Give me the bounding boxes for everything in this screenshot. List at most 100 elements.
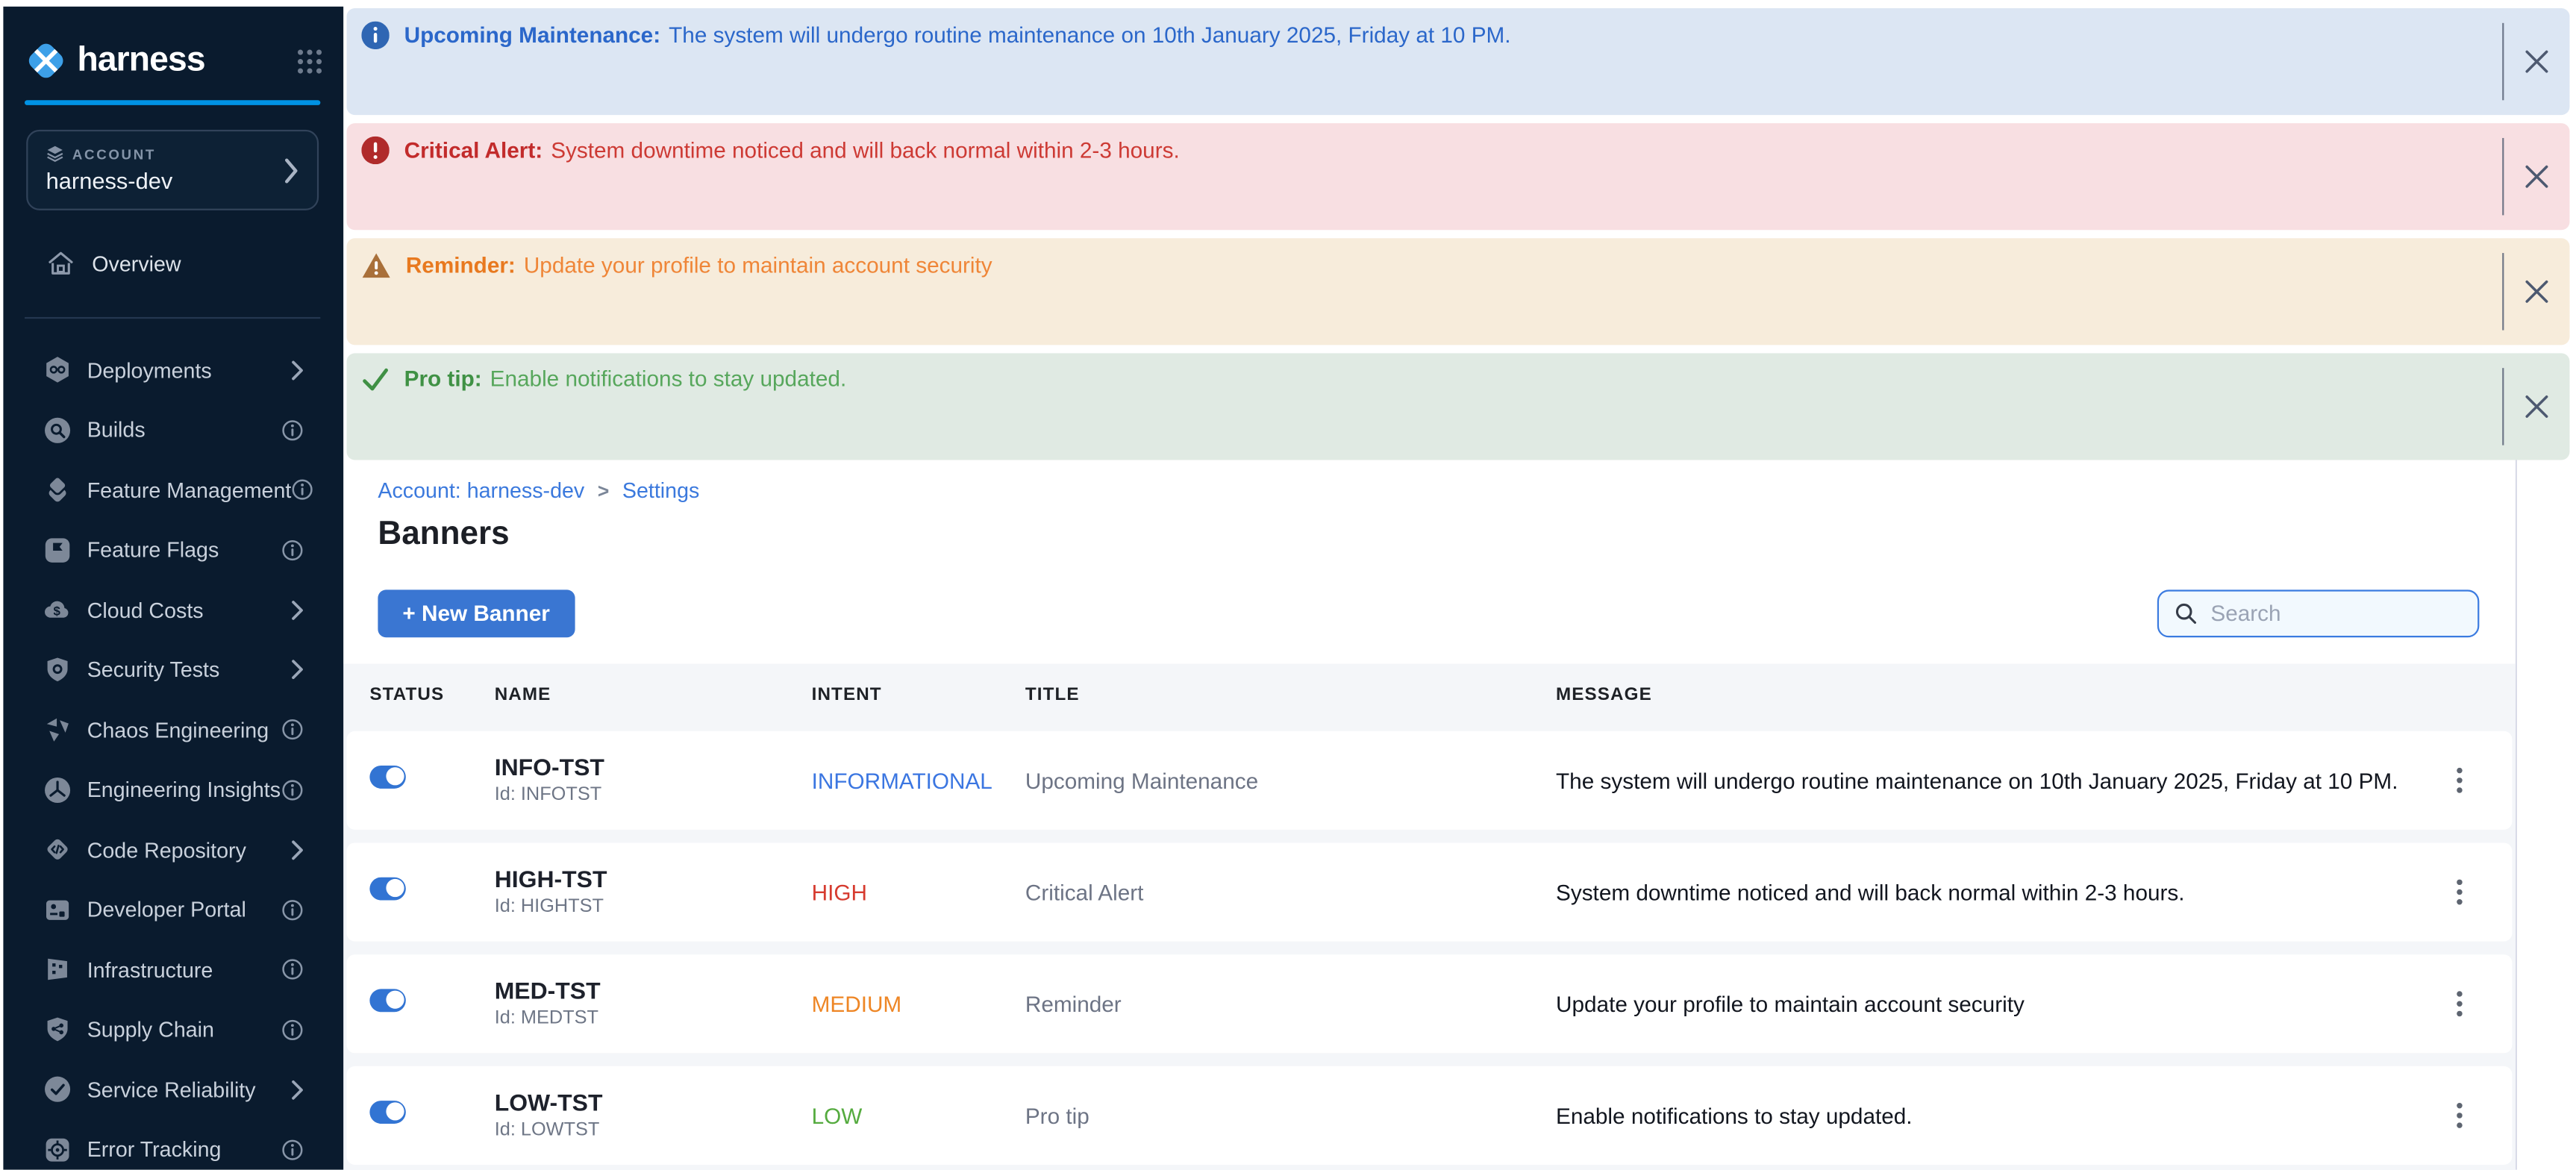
banner-close-divider <box>2502 23 2504 100</box>
close-icon[interactable] <box>2514 40 2558 84</box>
banner-name: HIGH-TST <box>495 867 812 893</box>
sidebar-item-overview[interactable]: Overview <box>3 238 343 287</box>
home-icon <box>46 249 76 277</box>
banner-text: Pro tip:Enable notifications to stay upd… <box>404 366 847 392</box>
banner-close-divider <box>2502 253 2504 330</box>
info-icon <box>281 1138 304 1161</box>
status-cell <box>369 1100 494 1131</box>
engineering-insights-icon <box>43 775 72 805</box>
sidebar-item-label: Chaos Engineering <box>87 718 269 742</box>
builds-icon <box>43 415 72 445</box>
breadcrumb-account-link[interactable]: Account: harness-dev <box>378 478 584 503</box>
banners-table: STATUS NAME INTENT TITLE MESSAGE INFO-TS… <box>343 663 2515 1170</box>
chaos-engineering-icon <box>43 715 72 745</box>
toolbar: + New Banner <box>378 589 2480 637</box>
sidebar-item-chaos-engineering[interactable]: Chaos Engineering <box>3 700 343 760</box>
banner-label: Reminder: <box>406 252 516 277</box>
sidebar-item-feature-management[interactable]: Feature Management <box>3 460 343 519</box>
info-icon <box>281 898 304 922</box>
account-selector[interactable]: ACCOUNT harness-dev <box>26 130 319 210</box>
actions-cell <box>2422 760 2495 800</box>
banner-message: Enable notifications to stay updated. <box>490 366 847 391</box>
status-toggle[interactable] <box>369 765 405 788</box>
sidebar-item-label: Feature Flags <box>87 538 219 563</box>
sidebar-item-supply-chain[interactable]: Supply Chain <box>3 1000 343 1060</box>
sidebar-item-deployments[interactable]: Deployments <box>3 340 343 400</box>
sidebar-item-label: Service Reliability <box>87 1077 256 1102</box>
sidebar-nav: Deployments Builds Feature Management Fe… <box>3 340 343 1170</box>
sidebar-item-label: Code Repository <box>87 837 246 862</box>
banner-label: Upcoming Maintenance: <box>404 22 660 47</box>
kebab-menu-icon[interactable] <box>2445 872 2472 912</box>
harness-logo-icon[interactable] <box>25 40 67 82</box>
close-icon[interactable] <box>2514 154 2558 198</box>
breadcrumb-separator-icon: > <box>598 479 609 502</box>
info-icon <box>281 778 304 801</box>
intent-badge: LOW <box>812 1103 1025 1127</box>
status-toggle[interactable] <box>369 877 405 900</box>
new-banner-button[interactable]: + New Banner <box>378 589 574 637</box>
banner-message: Update your profile to maintain account … <box>1556 992 2422 1016</box>
banner-text: Upcoming Maintenance:The system will und… <box>404 22 1511 49</box>
sidebar-item-code-repository[interactable]: Code Repository <box>3 820 343 880</box>
banner-text: Critical Alert:System downtime noticed a… <box>404 137 1180 163</box>
sidebar-item-label: Deployments <box>87 357 212 382</box>
logo-text[interactable]: harness <box>77 41 204 81</box>
info-icon <box>281 719 304 742</box>
table-row[interactable]: MED-TST Id: MEDTST MEDIUM Reminder Updat… <box>347 954 2512 1053</box>
banner-text: Reminder:Update your profile to maintain… <box>406 252 992 278</box>
right-gutter <box>2516 460 2576 1169</box>
chevron-right-icon <box>291 599 304 621</box>
info-icon <box>281 1019 304 1042</box>
search-input[interactable] <box>2207 600 2454 628</box>
status-toggle[interactable] <box>369 1100 405 1123</box>
kebab-menu-icon[interactable] <box>2445 984 2472 1024</box>
table-row[interactable]: INFO-TST Id: INFOTST INFORMATIONAL Upcom… <box>347 731 2512 830</box>
sidebar-item-engineering-insights[interactable]: Engineering Insights <box>3 760 343 819</box>
chevron-right-icon <box>291 839 304 861</box>
banner-title: Critical Alert <box>1025 880 1556 904</box>
banner-critical: Critical Alert:System downtime noticed a… <box>347 123 2570 230</box>
sidebar-item-developer-portal[interactable]: Developer Portal <box>3 880 343 939</box>
banner-message: System downtime noticed and will back no… <box>1556 880 2422 904</box>
check-icon <box>361 366 389 392</box>
status-toggle[interactable] <box>369 988 405 1011</box>
chevron-right-icon <box>291 1079 304 1101</box>
sidebar-item-error-tracking[interactable]: Error Tracking <box>3 1119 343 1169</box>
sidebar-item-service-reliability[interactable]: Service Reliability <box>3 1060 343 1119</box>
sidebar-item-label: Developer Portal <box>87 898 246 922</box>
table-row[interactable]: LOW-TST Id: LOWTST LOW Pro tip Enable no… <box>347 1066 2512 1165</box>
intent-badge: HIGH <box>812 880 1025 904</box>
app-switcher-grid-icon[interactable] <box>296 47 323 75</box>
status-cell <box>369 877 494 908</box>
sidebar-item-label: Cloud Costs <box>87 598 204 622</box>
kebab-menu-icon[interactable] <box>2445 1096 2472 1136</box>
sidebar-item-cloud-costs[interactable]: $ Cloud Costs <box>3 580 343 639</box>
error-tracking-icon <box>43 1135 72 1165</box>
banner-message: Enable notifications to stay updated. <box>1556 1103 2422 1127</box>
breadcrumb-settings-link[interactable]: Settings <box>622 478 699 503</box>
content-wrap: Account: harness-dev > Settings Banners … <box>343 460 2576 1169</box>
feature-flags-icon <box>43 535 72 565</box>
sidebar-item-infrastructure[interactable]: Infrastructure <box>3 939 343 999</box>
sidebar-item-label: Engineering Insights <box>87 778 281 802</box>
service-reliability-icon <box>43 1074 72 1104</box>
sidebar-item-feature-flags[interactable]: Feature Flags <box>3 520 343 580</box>
sidebar-item-builds[interactable]: Builds <box>3 400 343 460</box>
name-cell: MED-TST Id: MEDTST <box>495 979 812 1028</box>
kebab-menu-icon[interactable] <box>2445 760 2472 800</box>
column-header-message: MESSAGE <box>1556 685 2426 704</box>
sidebar-item-label: Infrastructure <box>87 957 213 982</box>
actions-cell <box>2422 984 2495 1024</box>
actions-cell <box>2422 1096 2495 1136</box>
chevron-right-icon <box>284 157 299 183</box>
breadcrumb: Account: harness-dev > Settings <box>378 478 2514 503</box>
close-icon[interactable] <box>2514 269 2558 313</box>
close-icon[interactable] <box>2514 384 2558 428</box>
info-icon <box>281 539 304 562</box>
table-row[interactable]: HIGH-TST Id: HIGHTST HIGH Critical Alert… <box>347 842 2512 941</box>
sidebar-item-security-tests[interactable]: Security Tests <box>3 640 343 700</box>
banner-message: The system will undergo routine maintena… <box>1556 768 2422 792</box>
banner-id: Id: LOWTST <box>495 1121 812 1140</box>
code-repository-icon <box>43 835 72 865</box>
